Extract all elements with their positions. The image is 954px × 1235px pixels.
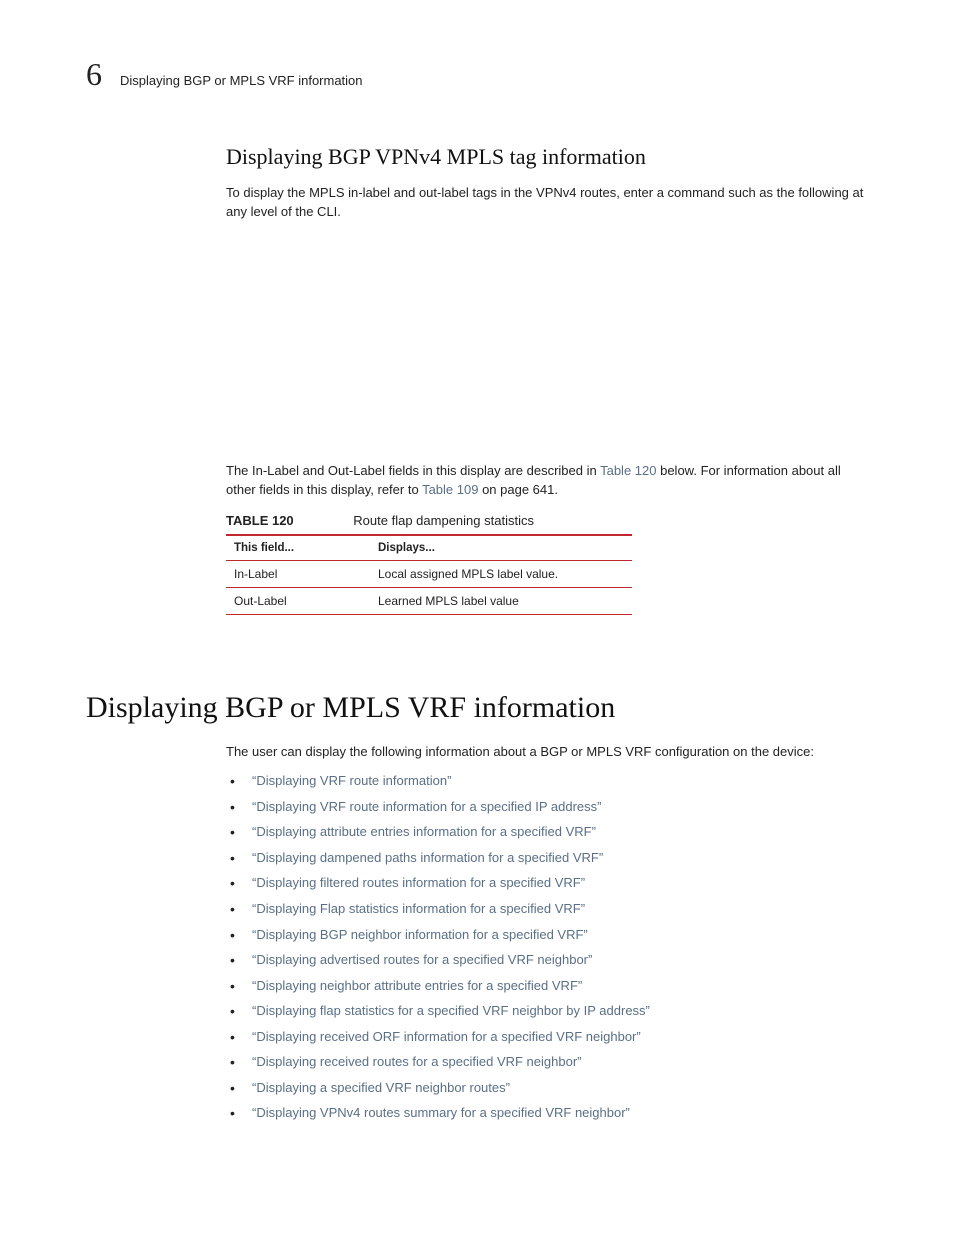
xref-link[interactable]: “Displaying VPNv4 routes summary for a s… <box>252 1105 630 1120</box>
xref-link[interactable]: “Displaying VRF route information” <box>252 773 451 788</box>
xref-link[interactable]: “Displaying neighbor attribute entries f… <box>252 978 582 993</box>
list-item: “Displaying received ORF information for… <box>226 1028 868 1046</box>
section1-intro: To display the MPLS in-label and out-lab… <box>226 184 868 222</box>
xref-link[interactable]: “Displaying advertised routes for a spec… <box>252 952 592 967</box>
xref-link[interactable]: “Displaying received routes for a specif… <box>252 1054 582 1069</box>
th-field: This field... <box>226 535 370 561</box>
table-row: Out-Label Learned MPLS label value <box>226 588 632 615</box>
td-displays: Local assigned MPLS label value. <box>370 561 632 588</box>
td-displays: Learned MPLS label value <box>370 588 632 615</box>
list-item: “Displaying BGP neighbor information for… <box>226 926 868 944</box>
table-title: Route flap dampening statistics <box>353 513 534 528</box>
list-item: “Displaying received routes for a specif… <box>226 1053 868 1071</box>
table-label: TABLE 120 <box>226 513 294 528</box>
list-item: “Displaying attribute entries informatio… <box>226 823 868 841</box>
section-heading-vrf: Displaying BGP or MPLS VRF information <box>86 691 868 725</box>
code-output-placeholder <box>226 232 868 462</box>
section1-para2: The In-Label and Out-Label fields in thi… <box>226 462 868 500</box>
content-column: Displaying BGP VPNv4 MPLS tag informatio… <box>226 144 868 615</box>
list-item: “Displaying flap statistics for a specif… <box>226 1002 868 1020</box>
para2-post: on page 641. <box>478 482 558 497</box>
list-item: “Displaying dampened paths information f… <box>226 849 868 867</box>
link-table-109[interactable]: Table 109 <box>422 482 478 497</box>
xref-link[interactable]: “Displaying VRF route information for a … <box>252 799 601 814</box>
list-item: “Displaying VPNv4 routes summary for a s… <box>226 1104 868 1122</box>
xref-link[interactable]: “Displaying flap statistics for a specif… <box>252 1003 650 1018</box>
xref-link[interactable]: “Displaying a specified VRF neighbor rou… <box>252 1080 510 1095</box>
running-title: Displaying BGP or MPLS VRF information <box>120 73 363 88</box>
table-header-row: This field... Displays... <box>226 535 632 561</box>
section-heading-tags: Displaying BGP VPNv4 MPLS tag informatio… <box>226 144 868 170</box>
link-list: “Displaying VRF route information” “Disp… <box>226 772 868 1122</box>
content-column-2: The user can display the following infor… <box>226 743 868 1122</box>
chapter-number: 6 <box>86 58 102 90</box>
xref-link[interactable]: “Displaying BGP neighbor information for… <box>252 927 588 942</box>
xref-link[interactable]: “Displaying attribute entries informatio… <box>252 824 596 839</box>
xref-link[interactable]: “Displaying filtered routes information … <box>252 875 585 890</box>
list-item: “Displaying advertised routes for a spec… <box>226 951 868 969</box>
list-item: “Displaying VRF route information for a … <box>226 798 868 816</box>
table-caption: TABLE 120 Route flap dampening statistic… <box>226 509 632 534</box>
xref-link[interactable]: “Displaying Flap statistics information … <box>252 901 585 916</box>
list-item: “Displaying filtered routes information … <box>226 874 868 892</box>
page-header: 6 Displaying BGP or MPLS VRF information <box>86 58 868 90</box>
td-field: Out-Label <box>226 588 370 615</box>
list-item: “Displaying a specified VRF neighbor rou… <box>226 1079 868 1097</box>
table-row: In-Label Local assigned MPLS label value… <box>226 561 632 588</box>
section2-intro: The user can display the following infor… <box>226 743 868 762</box>
page: 6 Displaying BGP or MPLS VRF information… <box>0 0 954 1235</box>
td-field: In-Label <box>226 561 370 588</box>
list-item: “Displaying VRF route information” <box>226 772 868 790</box>
list-item: “Displaying Flap statistics information … <box>226 900 868 918</box>
xref-link[interactable]: “Displaying received ORF information for… <box>252 1029 641 1044</box>
link-table-120[interactable]: Table 120 <box>600 463 656 478</box>
th-displays: Displays... <box>370 535 632 561</box>
xref-link[interactable]: “Displaying dampened paths information f… <box>252 850 603 865</box>
table-120: TABLE 120 Route flap dampening statistic… <box>226 509 632 615</box>
table-element: This field... Displays... In-Label Local… <box>226 534 632 615</box>
list-item: “Displaying neighbor attribute entries f… <box>226 977 868 995</box>
para2-pre: The In-Label and Out-Label fields in thi… <box>226 463 600 478</box>
